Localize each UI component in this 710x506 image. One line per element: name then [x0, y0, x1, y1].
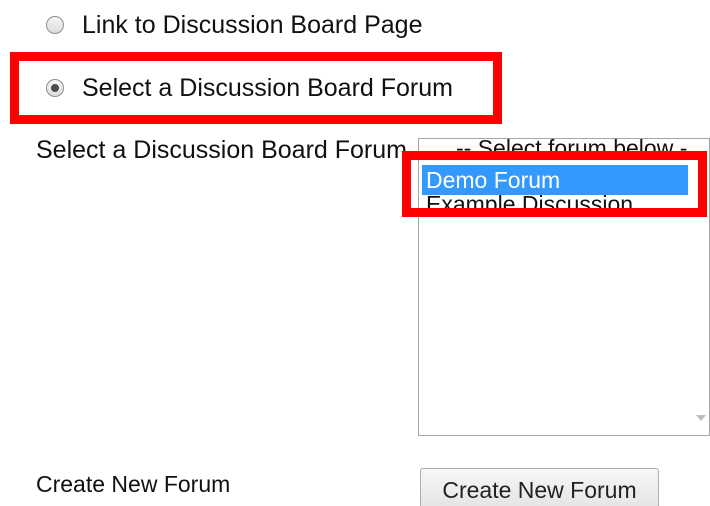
select-forum-radio[interactable]	[46, 79, 64, 97]
select-forum-option-label: Select a Discussion Board Forum	[82, 74, 453, 102]
link-page-label: Link to Discussion Board Page	[82, 11, 423, 39]
page: Link to Discussion Board Page Select a D…	[0, 0, 710, 506]
forum-list-item-demo-forum[interactable]: Demo Forum	[422, 165, 688, 195]
create-forum-label: Create New Forum	[36, 471, 231, 497]
forum-listbox[interactable]: -- Select forum below -- Example Discuss…	[418, 138, 710, 436]
scroll-down-arrow-icon[interactable]	[696, 415, 706, 421]
link-page-radio[interactable]	[46, 16, 64, 34]
create-new-forum-button[interactable]: Create New Forum	[420, 468, 659, 506]
forum-select-label: Select a Discussion Board Forum	[36, 136, 407, 164]
select-forum-option[interactable]: Select a Discussion Board Forum	[46, 73, 453, 103]
forum-list-placeholder[interactable]: -- Select forum below --	[422, 139, 688, 163]
link-page-option[interactable]: Link to Discussion Board Page	[46, 10, 422, 40]
